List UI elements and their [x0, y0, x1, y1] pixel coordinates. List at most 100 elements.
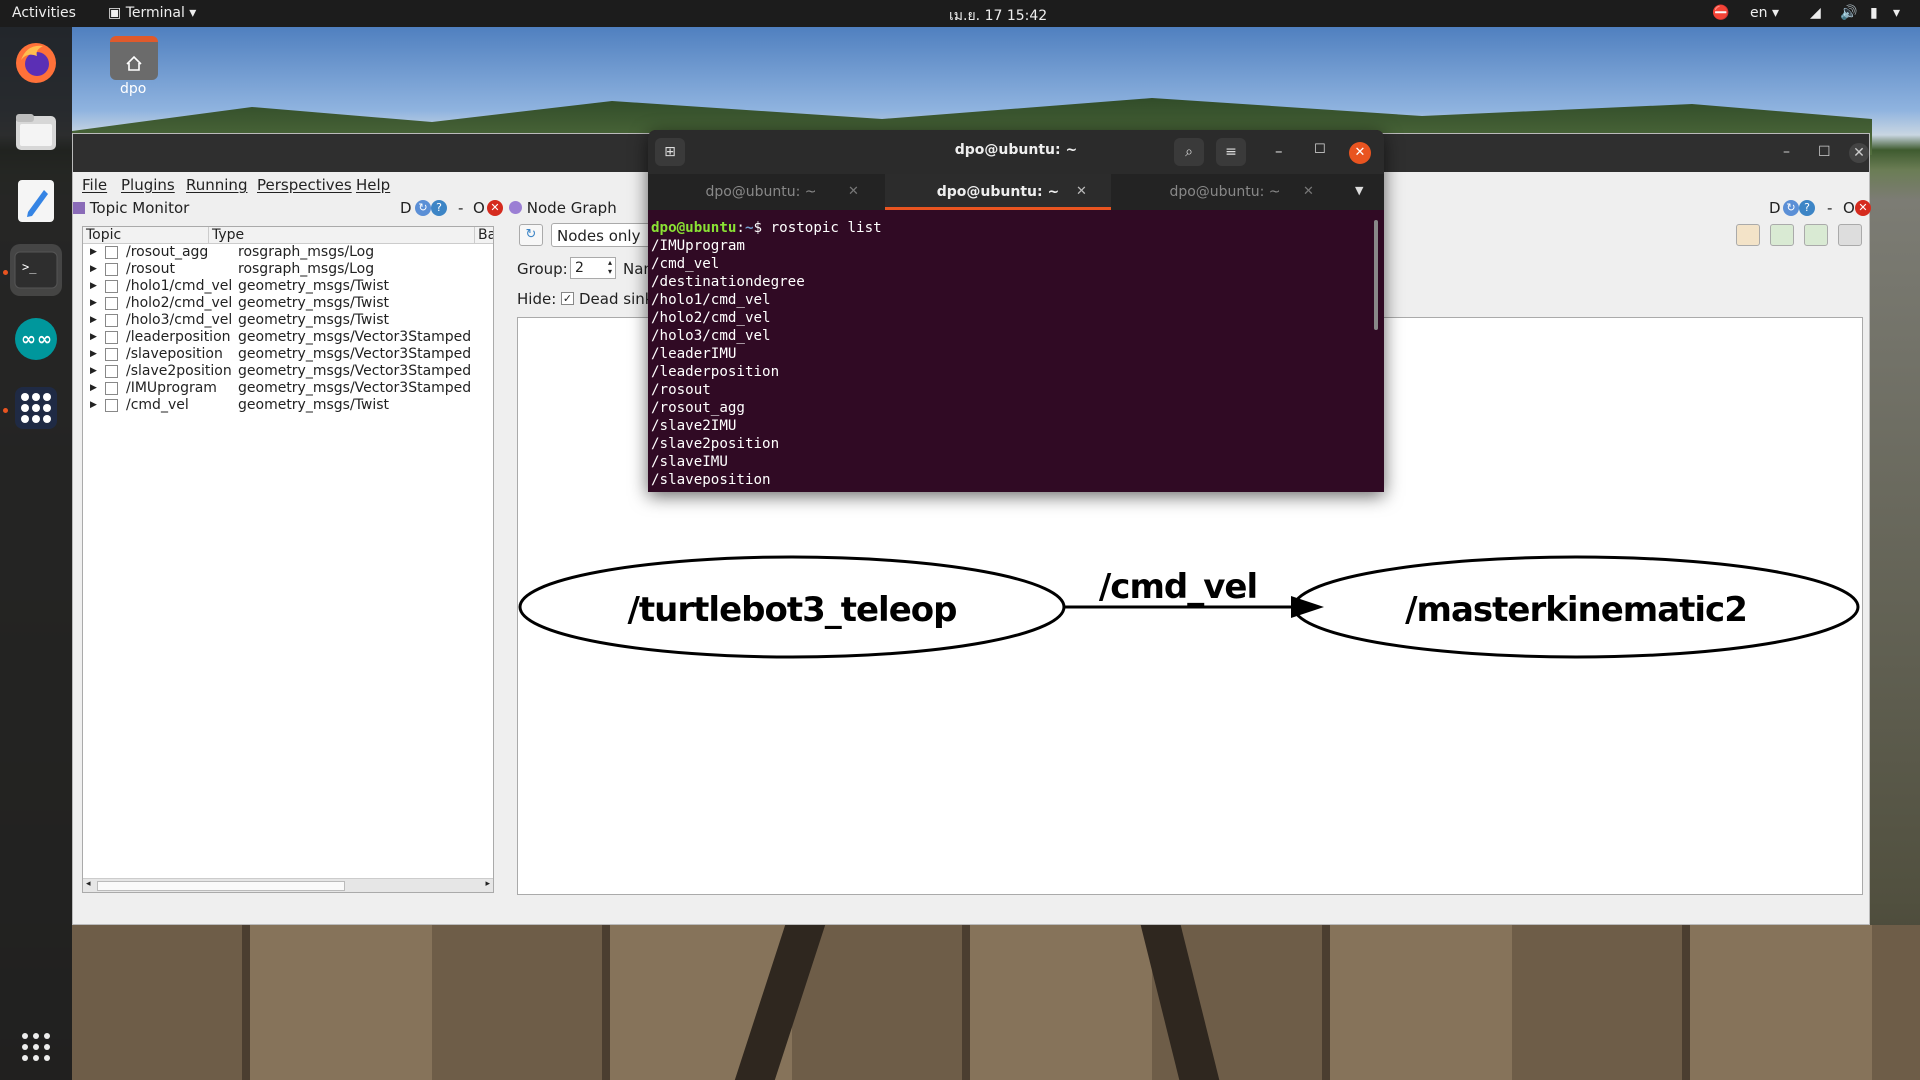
maximize-button[interactable]: ☐: [1818, 144, 1831, 160]
tab-list-dropdown-icon[interactable]: ▼: [1355, 184, 1363, 197]
expand-arrow-icon[interactable]: ▶: [90, 281, 97, 291]
ng-dock-help-button[interactable]: D: [1769, 199, 1781, 217]
scroll-right-icon[interactable]: ▸: [485, 879, 490, 889]
tm-dock-minimize-button[interactable]: -: [458, 199, 463, 217]
column-type[interactable]: Type: [208, 227, 244, 243]
topic-checkbox[interactable]: [105, 399, 118, 412]
close-button[interactable]: ✕: [1849, 143, 1869, 163]
topic-checkbox[interactable]: [105, 314, 118, 327]
wifi-icon[interactable]: ◢: [1810, 5, 1821, 21]
help-icon[interactable]: ?: [1799, 200, 1815, 216]
scrollbar-thumb[interactable]: [97, 881, 345, 891]
terminal-output[interactable]: dpo@ubuntu:~$ rostopic list/IMUprogram/c…: [651, 219, 1366, 489]
minimize-button[interactable]: –: [1275, 142, 1283, 160]
tm-dock-float-button[interactable]: O: [473, 199, 485, 217]
topic-row[interactable]: ▶ /rosout_agg rosgraph_msgs/Log: [83, 244, 493, 261]
reload-icon[interactable]: ↻: [1783, 200, 1799, 216]
topic-checkbox[interactable]: [105, 348, 118, 361]
reload-icon[interactable]: ↻: [415, 200, 431, 216]
ng-dock-close-icon[interactable]: ✕: [1855, 200, 1871, 216]
topic-row[interactable]: ▶ /holo1/cmd_vel geometry_msgs/Twist: [83, 278, 493, 295]
topic-row[interactable]: ▶ /slaveposition geometry_msgs/Vector3Stam…: [83, 346, 493, 363]
topic-checkbox[interactable]: [105, 365, 118, 378]
topic-checkbox[interactable]: [105, 382, 118, 395]
app-grid-icon[interactable]: [3, 382, 62, 434]
expand-arrow-icon[interactable]: ▶: [90, 332, 97, 342]
terminal-headerbar[interactable]: ⊞ dpo@ubuntu: ~ ⌕ ≡ – ☐ ✕: [648, 130, 1384, 174]
clock[interactable]: เม.ย. 17 15:42: [949, 5, 1047, 27]
do-not-disturb-icon[interactable]: ⛔: [1712, 5, 1729, 21]
topic-checkbox[interactable]: [105, 263, 118, 276]
expand-arrow-icon[interactable]: ▶: [90, 383, 97, 393]
input-language[interactable]: en ▾: [1750, 5, 1779, 21]
menu-help[interactable]: Help: [356, 176, 390, 194]
topic-row[interactable]: ▶ /IMUprogram geometry_msgs/Vector3Stamped: [83, 380, 493, 397]
topic-checkbox[interactable]: [105, 297, 118, 310]
refresh-graph-button[interactable]: ↻: [519, 224, 543, 246]
save-dot-button[interactable]: [1770, 224, 1794, 246]
minimize-button[interactable]: –: [1783, 144, 1790, 160]
menu-perspectives[interactable]: Perspectives: [257, 176, 352, 194]
topic-checkbox[interactable]: [105, 246, 118, 259]
system-menu-icon[interactable]: ▾: [1893, 5, 1900, 21]
close-tab-icon[interactable]: ✕: [1303, 174, 1314, 210]
show-apps-icon[interactable]: [10, 1021, 62, 1073]
expand-arrow-icon[interactable]: ▶: [90, 247, 97, 257]
help-icon[interactable]: ?: [431, 200, 447, 216]
column-bandwidth[interactable]: Ba: [474, 227, 493, 243]
expand-arrow-icon[interactable]: ▶: [90, 400, 97, 410]
maximize-button[interactable]: ☐: [1314, 142, 1326, 157]
save-image-button[interactable]: [1838, 224, 1862, 246]
dead-sinks-checkbox[interactable]: ✓: [561, 292, 574, 305]
topic-row[interactable]: ▶ /holo2/cmd_vel geometry_msgs/Twist: [83, 295, 493, 312]
topic-monitor-title: Topic Monitor: [89, 199, 190, 217]
column-topic[interactable]: Topic: [86, 227, 121, 243]
app-menu[interactable]: ▣ Terminal ▾: [108, 5, 196, 21]
terminal-tab[interactable]: dpo@ubuntu: ~: [648, 174, 874, 210]
expand-arrow-icon[interactable]: ▶: [90, 315, 97, 325]
menu-file[interactable]: File: [82, 176, 107, 194]
scroll-left-icon[interactable]: ◂: [86, 879, 91, 889]
firefox-icon[interactable]: [10, 37, 62, 89]
expand-arrow-icon[interactable]: ▶: [90, 264, 97, 274]
topic-checkbox[interactable]: [105, 331, 118, 344]
spin-arrows-icon[interactable]: ▴ ▾: [608, 258, 612, 276]
ng-dock-minimize-button[interactable]: -: [1827, 199, 1832, 217]
load-dot-button[interactable]: [1736, 224, 1760, 246]
prompt-path: ~: [744, 220, 754, 236]
topic-row[interactable]: ▶ /holo3/cmd_vel geometry_msgs/Twist: [83, 312, 493, 329]
output-line: /leaderposition: [651, 364, 780, 380]
hamburger-menu-button[interactable]: ≡: [1216, 138, 1246, 166]
volume-icon[interactable]: 🔊: [1840, 5, 1857, 21]
topic-checkbox[interactable]: [105, 280, 118, 293]
save-svg-button[interactable]: [1804, 224, 1828, 246]
tm-dock-close-icon[interactable]: ✕: [487, 200, 503, 216]
menu-plugins[interactable]: Plugins: [121, 176, 175, 194]
arduino-icon[interactable]: ∞ ∞: [10, 313, 62, 365]
expand-arrow-icon[interactable]: ▶: [90, 366, 97, 376]
topic-table[interactable]: Topic Type Ba ▶ /rosout_agg rosgraph_msgs/…: [82, 226, 494, 893]
files-icon[interactable]: [10, 106, 62, 158]
close-button[interactable]: ✕: [1349, 142, 1371, 164]
wallpaper-bridge-deck: [72, 925, 1920, 1080]
expand-arrow-icon[interactable]: ▶: [90, 298, 97, 308]
topic-row[interactable]: ▶ /leaderposition geometry_msgs/Vector3Sta…: [83, 329, 493, 346]
terminal-scrollbar[interactable]: [1374, 220, 1378, 330]
terminal-icon[interactable]: >_: [3, 244, 62, 296]
group-spinbox[interactable]: 2 ▴ ▾: [570, 257, 616, 279]
close-tab-icon[interactable]: ✕: [1076, 174, 1087, 210]
text-editor-icon[interactable]: [10, 175, 62, 227]
horizontal-scrollbar[interactable]: ◂ ▸: [83, 878, 493, 892]
home-folder-icon[interactable]: [110, 36, 158, 80]
tm-dock-help-button[interactable]: D: [400, 199, 412, 217]
search-button[interactable]: ⌕: [1174, 138, 1204, 166]
topic-row[interactable]: ▶ /cmd_vel geometry_msgs/Twist: [83, 397, 493, 414]
activities-button[interactable]: Activities: [12, 5, 76, 21]
close-tab-icon[interactable]: ✕: [848, 174, 859, 210]
ng-dock-float-button[interactable]: O: [1843, 199, 1855, 217]
topic-row[interactable]: ▶ /slave2position geometry_msgs/Vector3Sta…: [83, 363, 493, 380]
topic-row[interactable]: ▶ /rosout rosgraph_msgs/Log: [83, 261, 493, 278]
menu-running[interactable]: Running: [186, 176, 247, 194]
expand-arrow-icon[interactable]: ▶: [90, 349, 97, 359]
battery-icon[interactable]: ▮: [1870, 5, 1878, 21]
